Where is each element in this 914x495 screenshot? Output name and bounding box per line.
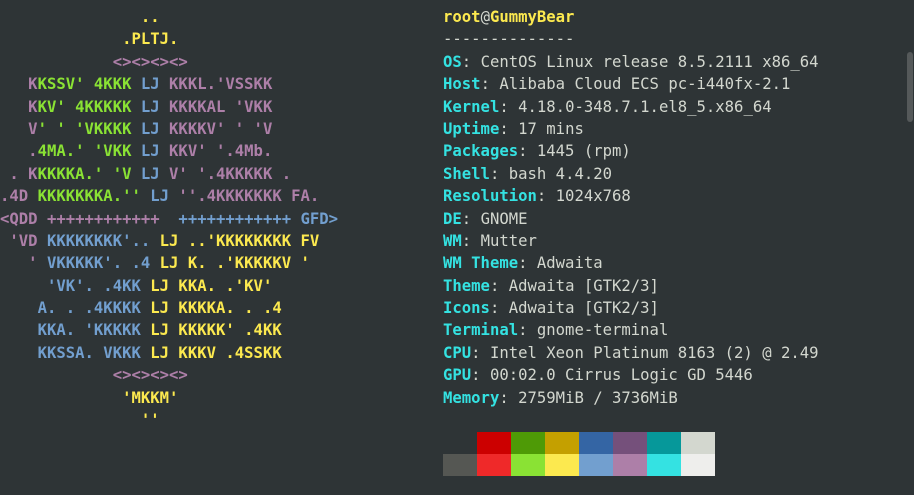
info-value: Alibaba Cloud ECS pc-i440fx-2.1: [499, 75, 791, 94]
info-row-host: Host: Alibaba Cloud ECS pc-i440fx-2.1: [443, 75, 791, 94]
terminal-window[interactable]: .. .PLTJ. <><><><> KKSSV' 4KKK LJ KKKL.'…: [0, 0, 914, 495]
info-value: gnome-terminal: [536, 321, 669, 340]
palette-swatch: [477, 432, 511, 454]
logo-line: .PLTJ.: [122, 30, 179, 49]
info-row-shell: Shell: bash 4.4.20: [443, 164, 613, 183]
info-key: CPU: [443, 343, 472, 362]
info-row-packages: Packages: 1445 (rpm): [443, 142, 631, 161]
info-key: Kernel: [443, 97, 500, 116]
logo-line: 'MKKM': [122, 388, 179, 407]
logo-line: KKSSV' 4KKK LJ KKKL.'VSSKK: [28, 75, 273, 94]
palette-swatch: [579, 454, 613, 476]
palette-swatch: [511, 454, 545, 476]
palette-swatch: [443, 432, 477, 454]
user-host-title: root@GummyBear: [443, 6, 903, 28]
info-key: WM: [443, 231, 462, 250]
info-value: 17 mins: [518, 119, 584, 138]
palette-swatch: [681, 432, 715, 454]
palette-swatch: [511, 432, 545, 454]
info-value: 2759MiB / 3736MiB: [518, 388, 678, 407]
info-key: WM Theme: [443, 254, 519, 273]
logo-line: A. . .4KKKK LJ KKKKA. . .4: [37, 299, 282, 318]
logo-line: . KKKKKA.' 'V LJ V' '.4KKKKK .: [9, 164, 292, 183]
info-row-kernel: Kernel: 4.18.0-348.7.1.el8_5.x86_64: [443, 97, 772, 116]
info-key: Theme: [443, 276, 490, 295]
info-value: CentOS Linux release 8.5.2111 x86_64: [480, 52, 819, 71]
info-row-gpu: GPU: 00:02.0 Cirrus Logic GD 5446: [443, 366, 753, 385]
info-row-wm-theme: WM Theme: Adwaita: [443, 254, 603, 273]
info-key: DE: [443, 209, 462, 228]
palette-swatch: [647, 454, 681, 476]
palette-swatch: [545, 454, 579, 476]
info-key: GPU: [443, 366, 472, 385]
logo-line: ..: [140, 8, 160, 26]
info-value: 1445 (rpm): [536, 142, 631, 161]
info-row-uptime: Uptime: 17 mins: [443, 119, 584, 138]
info-value: Adwaita [GTK2/3]: [508, 299, 659, 318]
logo-line: KKSSA. VKKK LJ KKKV .4SSKK: [37, 343, 282, 362]
at-sign: @: [480, 8, 490, 26]
info-row-icons: Icons: Adwaita [GTK2/3]: [443, 299, 659, 318]
username: root: [443, 8, 481, 26]
logo-line: KKA. 'KKKKK LJ KKKKK' .4KK: [37, 321, 282, 340]
info-key: Resolution: [443, 187, 537, 206]
info-row-os: OS: CentOS Linux release 8.5.2111 x86_64: [443, 52, 819, 71]
logo-line: 'VD KKKKKKKK'.. LJ ..'KKKKKKKK FV: [9, 231, 320, 250]
info-value: Intel Xeon Platinum 8163 (2) @ 2.49: [489, 343, 819, 362]
info-value: Mutter: [480, 231, 537, 250]
logo-line: 'VK'. .4KK LJ KKA. .'KV': [46, 276, 273, 295]
palette-swatch: [613, 454, 647, 476]
palette-swatch: [647, 432, 681, 454]
info-key: Memory: [443, 388, 500, 407]
palette-swatch: [579, 432, 613, 454]
info-value: bash 4.4.20: [508, 164, 613, 183]
system-info: root@GummyBear -------------- OS: CentOS…: [443, 6, 903, 409]
logo-line: '': [140, 411, 160, 430]
info-key: Terminal: [443, 321, 519, 340]
logo-line: ' VKKKKK'. .4 LJ K. .'KKKKKV ': [28, 254, 310, 273]
info-row-terminal: Terminal: gnome-terminal: [443, 321, 669, 340]
color-palette: [443, 432, 715, 476]
info-key: OS: [443, 52, 462, 71]
logo-line: <QDD ++++++++++++ ++++++++++++ GFD>: [0, 209, 339, 228]
scrollbar[interactable]: [903, 0, 914, 495]
info-row-wm: WM: Mutter: [443, 231, 537, 250]
logo-line: V' ' 'VKKKK LJ KKKKV' ' 'V: [28, 119, 273, 138]
info-key: Uptime: [443, 119, 500, 138]
info-value: Adwaita [GTK2/3]: [508, 276, 659, 295]
logo-line: <><><><>: [112, 52, 188, 71]
info-row-resolution: Resolution: 1024x768: [443, 187, 631, 206]
palette-swatch: [477, 454, 511, 476]
palette-swatch: [545, 432, 579, 454]
title-separator: --------------: [443, 30, 575, 49]
palette-swatch: [613, 432, 647, 454]
scrollbar-thumb[interactable]: [907, 52, 913, 122]
info-row-cpu: CPU: Intel Xeon Platinum 8163 (2) @ 2.49: [443, 343, 819, 362]
palette-swatch: [443, 454, 477, 476]
logo-line: <><><><>: [112, 366, 188, 385]
info-key: Packages: [443, 142, 519, 161]
info-value: 4.18.0-348.7.1.el8_5.x86_64: [518, 97, 772, 116]
info-value: Adwaita: [536, 254, 603, 273]
info-value: GNOME: [480, 209, 528, 228]
logo-line: KKV' 4KKKKK LJ KKKKAL 'VKK: [28, 97, 273, 116]
info-row-memory: Memory: 2759MiB / 3736MiB: [443, 388, 678, 407]
info-key: Icons: [443, 299, 490, 318]
info-key: Host: [443, 75, 481, 94]
info-row-de: DE: GNOME: [443, 209, 528, 228]
hostname: GummyBear: [489, 8, 575, 26]
centos-ascii-logo: .. .PLTJ. <><><><> KKSSV' 4KKK LJ KKKL.'…: [0, 6, 430, 431]
logo-line: .4MA.' 'VKK LJ KKV' '.4Mb.: [28, 142, 273, 161]
info-value: 1024x768: [555, 187, 631, 206]
info-key: Shell: [443, 164, 490, 183]
info-row-theme: Theme: Adwaita [GTK2/3]: [443, 276, 659, 295]
info-value: 00:02.0 Cirrus Logic GD 5446: [489, 366, 753, 385]
palette-swatch: [681, 454, 715, 476]
logo-line: .4D KKKKKKKA.'' LJ ''.4KKKKKKK FA.: [0, 187, 320, 206]
